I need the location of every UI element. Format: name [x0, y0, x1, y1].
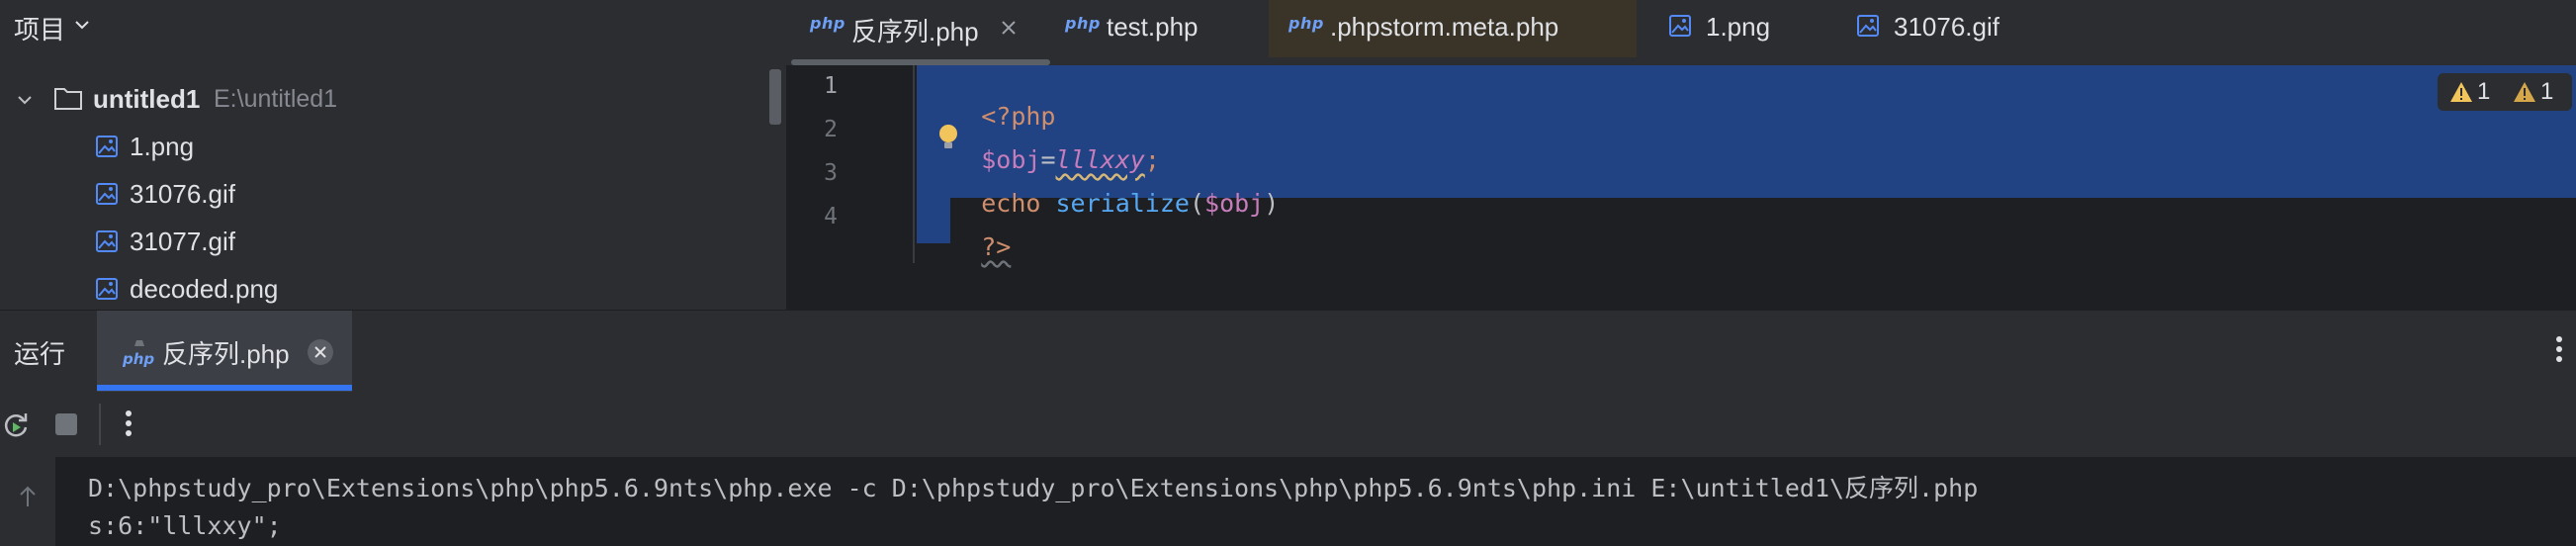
tree-item-label: 31077.gif	[130, 227, 235, 256]
inspection-widget[interactable]: 1 1	[2438, 73, 2572, 111]
tab-test-php[interactable]: php test.php	[1045, 0, 1263, 57]
php-file-icon: php	[810, 14, 845, 33]
console-gutter	[0, 457, 55, 546]
warning-count: 1	[2477, 78, 2491, 105]
code-editor[interactable]: 1 2 3 4 <?php $obj=lllxxy; echo serializ…	[786, 65, 2576, 310]
active-run-tab-indicator	[97, 385, 352, 391]
image-file-icon	[1856, 14, 1880, 38]
image-file-icon	[95, 229, 119, 253]
chevron-down-icon[interactable]	[16, 91, 34, 109]
tree-item-label: untitled1	[93, 84, 201, 114]
tab-label: 反序列.php	[851, 17, 979, 46]
line-number: 3	[824, 160, 838, 186]
image-file-icon	[95, 182, 119, 206]
tree-item-label: 31076.gif	[130, 179, 235, 209]
editor-tab-bar: php 反序列.php php test.php php .phpstorm.m…	[786, 0, 2576, 65]
more-vertical-icon[interactable]	[125, 410, 133, 437]
image-file-icon	[1668, 14, 1692, 38]
rerun-icon[interactable]	[0, 410, 32, 441]
function-call: serialize	[1055, 189, 1190, 218]
tab-label: 1.png	[1706, 12, 1771, 42]
php-file-icon: php	[1288, 14, 1324, 33]
warning-icon	[2449, 81, 2473, 103]
weak-warning-icon	[2513, 81, 2536, 103]
console-output[interactable]: D:\phpstudy_pro\Extensions\php\php5.6.9n…	[0, 457, 2576, 546]
close-icon[interactable]	[1000, 19, 1018, 37]
toolbar-separator	[99, 404, 101, 445]
project-title[interactable]: 项目	[14, 10, 65, 46]
tab-label: .phpstorm.meta.php	[1330, 12, 1559, 42]
tree-item-file[interactable]: 31076.gif	[0, 172, 761, 218]
paren-open: (	[1189, 189, 1205, 218]
php-file-icon: php	[1065, 14, 1101, 33]
run-toolbar	[0, 392, 2576, 457]
tree-item-label: decoded.png	[130, 274, 279, 304]
tree-item-file[interactable]: 31077.gif	[0, 220, 761, 265]
run-window-title: 运行	[14, 339, 66, 369]
tree-item-file[interactable]: 1.png	[0, 125, 761, 170]
run-tab-label: 反序列.php	[162, 339, 290, 369]
tab-phpstorm-meta-php[interactable]: php .phpstorm.meta.php	[1269, 0, 1637, 57]
console-line-output: s:6:"lllxxy";	[88, 511, 282, 540]
image-file-icon	[95, 135, 119, 158]
lightbulb-icon[interactable]	[936, 123, 960, 152]
line-number: 2	[824, 117, 838, 142]
console-line-command: D:\phpstudy_pro\Extensions\php\php5.6.9n…	[88, 474, 1979, 502]
tree-item-file[interactable]: decoded.png	[0, 267, 761, 310]
folder-icon	[53, 85, 83, 111]
image-file-icon	[95, 277, 119, 301]
project-panel: 项目 untitled1 E:\untitled1 1.png 31076.gi…	[0, 0, 786, 310]
tab-label: 31076.gif	[1894, 12, 1999, 42]
close-icon[interactable]	[307, 338, 334, 366]
tab-反序列-php[interactable]: php 反序列.php	[786, 0, 1045, 57]
tab-31076-gif[interactable]: 31076.gif	[1842, 0, 2060, 57]
tree-item-label: 1.png	[130, 132, 195, 161]
tab-1-png[interactable]: 1.png	[1654, 0, 1842, 57]
run-tool-window-header: 运行 php 反序列.php	[0, 310, 2576, 392]
tree-item-path: E:\untitled1	[214, 85, 338, 113]
tab-label: test.php	[1107, 12, 1199, 42]
chevron-down-icon[interactable]	[73, 16, 91, 34]
more-vertical-icon[interactable]	[2555, 335, 2563, 363]
weak-warning-count: 1	[2540, 78, 2554, 105]
project-scrollbar[interactable]	[769, 69, 781, 125]
line-number-gutter: 1 2 3 4	[786, 65, 913, 263]
function-arg: $obj	[1204, 189, 1265, 218]
line-number: 1	[824, 73, 838, 99]
arrow-up-icon[interactable]	[18, 485, 38, 508]
paren-close: )	[1264, 189, 1280, 218]
project-header[interactable]: 项目	[0, 0, 786, 55]
stop-icon[interactable]	[55, 413, 77, 435]
php-close-tag: ?>	[981, 232, 1012, 261]
gutter-separator	[913, 65, 915, 263]
code-line-4[interactable]: ?>	[922, 204, 1011, 290]
tree-item-untitled1[interactable]: untitled1 E:\untitled1	[0, 77, 761, 123]
svg-text:php: php	[123, 350, 154, 368]
php-run-config-icon: php	[123, 338, 158, 368]
run-tab-反序列-php[interactable]: php 反序列.php	[97, 311, 352, 392]
line-number: 4	[824, 204, 838, 229]
